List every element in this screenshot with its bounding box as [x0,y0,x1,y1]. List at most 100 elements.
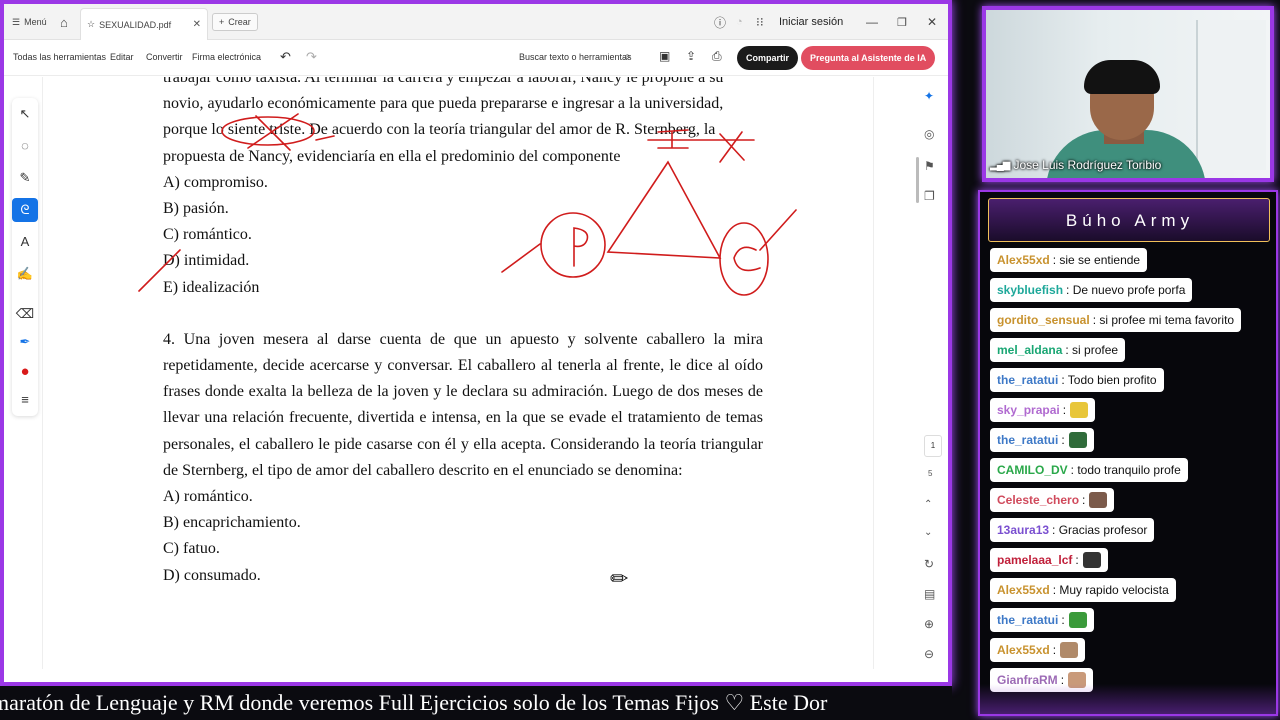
esign-menu[interactable]: Firma electrónica [192,52,261,62]
save-icon[interactable]: ▣ [659,49,670,63]
document-tab[interactable]: ☆ SEXUALIDAD.pdf ✕ [80,8,208,40]
chat-message: Alex55xd: sie se entiende [990,248,1148,272]
fill-sign-icon[interactable]: ✍ [12,262,38,286]
browser-window: ☰ Menú ⌂ ☆ SEXUALIDAD.pdf ✕ + Crear ⓘ ◔ … [0,0,952,686]
question-4-text: 4. Una joven mesera al darse cuenta de q… [163,330,763,479]
page-down-icon[interactable]: ⌄ [924,527,932,538]
emote-icon [1068,432,1087,448]
eraser-icon[interactable]: ⌫ [12,302,38,326]
text-box-icon[interactable]: A [12,230,38,254]
annotation-toolbar: ↖ ◌ ✎ ᘓ A ✍ ⌫ ✒ ● ≡ [12,98,38,416]
bookmark-icon[interactable]: ⚑ [924,159,935,173]
more-options-icon[interactable]: ≡ [12,388,38,412]
emote-icon [1082,552,1101,568]
chat-username[interactable]: Alex55xd [997,248,1050,272]
pencil-cursor-icon: ✏ [610,566,629,591]
chat-username[interactable]: pamelaaa_lcf [997,548,1072,572]
pdf-page[interactable]: trabajar como taxista. Al terminar la ca… [42,77,874,669]
close-window-icon[interactable]: ✕ [927,13,937,31]
plus-icon: + [219,17,225,27]
chat-username[interactable]: sky_prapai [997,398,1060,422]
ai-panel-icon[interactable]: ✦ [924,89,934,103]
chat-username[interactable]: Alex55xd [997,638,1050,662]
pen-icon[interactable]: ✒ [12,330,38,354]
home-icon[interactable]: ⌂ [60,13,68,31]
chat-message: sky_prapai: [990,398,1096,422]
chat-text: : [1082,493,1086,507]
chat-username[interactable]: CAMILO_DV [997,458,1068,482]
chat-text: : si profee mi tema favorito [1092,313,1235,327]
chat-header: Búho Army [988,198,1270,242]
create-label: Crear [228,17,251,27]
freehand-draw-icon[interactable]: ᘓ [12,198,38,222]
zoom-in-icon[interactable]: ⊕ [924,617,934,631]
chat-message: Alex55xd: Muy rapido velocista [990,578,1176,602]
all-tools-menu[interactable]: Todas las herramientas [13,52,106,62]
help-icon[interactable]: ⓘ [714,13,726,31]
chat-username[interactable]: mel_aldana [997,338,1062,362]
option-b: B) pasión. [163,200,229,218]
chat-text: : Muy rapido velocista [1052,583,1169,597]
restore-icon[interactable]: ❐ [897,13,907,31]
zoom-out-icon[interactable]: ⊖ [924,647,934,661]
minimize-icon[interactable]: — [866,13,878,31]
signal-bars-icon: ▂▄▆ [990,159,1010,171]
chat-username[interactable]: the_ratatui [997,428,1058,452]
chat-username[interactable]: the_ratatui [997,368,1058,392]
chat-username[interactable]: 13aura13 [997,518,1049,542]
chat-message: Celeste_chero: [990,488,1115,512]
emote-icon [1068,612,1087,628]
upload-icon[interactable]: ⇪ [686,49,696,63]
presenter-name: Jose Luis Rodríguez Toribio [1013,158,1162,172]
chat-username[interactable]: skybluefish [997,278,1063,302]
document-icon[interactable]: ▤ [924,587,935,601]
chat-glow [980,684,1276,714]
share-button[interactable]: Compartir [737,46,799,70]
chat-message: Alex55xd: [990,638,1086,662]
stream-layout: ☰ Menú ⌂ ☆ SEXUALIDAD.pdf ✕ + Crear ⓘ ◔ … [0,0,1280,720]
page-up-icon[interactable]: ⌃ [924,499,932,510]
apps-grid-icon[interactable]: ⁝⁝ [756,13,764,31]
refresh-icon[interactable]: ↻ [924,557,934,571]
chat-text: : [1062,403,1067,417]
pages-icon[interactable]: ❐ [924,189,935,203]
color-picker-icon[interactable]: ● [12,360,38,384]
chat-text: : Todo bien profito [1061,373,1157,387]
option-c: C) fatuo. [163,540,220,558]
chat-text: : [1061,433,1065,447]
search-tools-field[interactable]: Buscar texto o herramientas [519,52,632,62]
question-line: propuesta de Nancy, evidenciaría en ella… [163,147,621,165]
edit-menu[interactable]: Editar [110,52,134,62]
chat-username[interactable]: Alex55xd [997,578,1050,602]
create-button[interactable]: + Crear [212,13,258,31]
option-d: D) consumado. [163,566,261,584]
close-tab-icon[interactable]: ✕ [193,19,201,30]
chat-text: : De nuevo profe porfa [1066,283,1186,297]
emote-icon [1070,402,1089,418]
convert-menu[interactable]: Convertir [146,52,183,62]
menu-button[interactable]: ☰ Menú [12,13,47,31]
option-b: B) encaprichamiento. [163,514,301,532]
chat-username[interactable]: gordito_sensual [997,308,1090,332]
chat-username[interactable]: Celeste_chero [997,488,1079,512]
current-page-input[interactable]: 1 [924,435,942,457]
chat-text: : [1052,643,1057,657]
comments-icon[interactable]: ◎ [924,127,934,141]
comment-icon[interactable]: ◌ [12,134,38,158]
chat-username[interactable]: the_ratatui [997,608,1058,632]
chat-text: : si profee [1065,343,1119,357]
select-cursor-icon[interactable]: ↖ [12,102,38,126]
ai-assistant-button[interactable]: Pregunta al Asistente de IA [801,46,936,70]
print-icon[interactable]: ⎙ [712,49,722,64]
undo-icon[interactable]: ↶ [280,49,291,65]
chat-message: the_ratatui: Todo bien profito [990,368,1164,392]
bell-icon[interactable]: ◔ [736,13,743,31]
redo-icon[interactable]: ↷ [306,49,317,65]
chat-title: Búho Army [1065,211,1195,230]
option-e: E) idealización [163,278,260,296]
signin-button[interactable]: Iniciar sesión [779,13,843,31]
scrollbar-thumb[interactable] [916,157,919,203]
search-icon[interactable]: ⌕ [624,49,631,64]
pencil-icon[interactable]: ✎ [12,166,38,190]
chat-message: pamelaaa_lcf: [990,548,1108,572]
